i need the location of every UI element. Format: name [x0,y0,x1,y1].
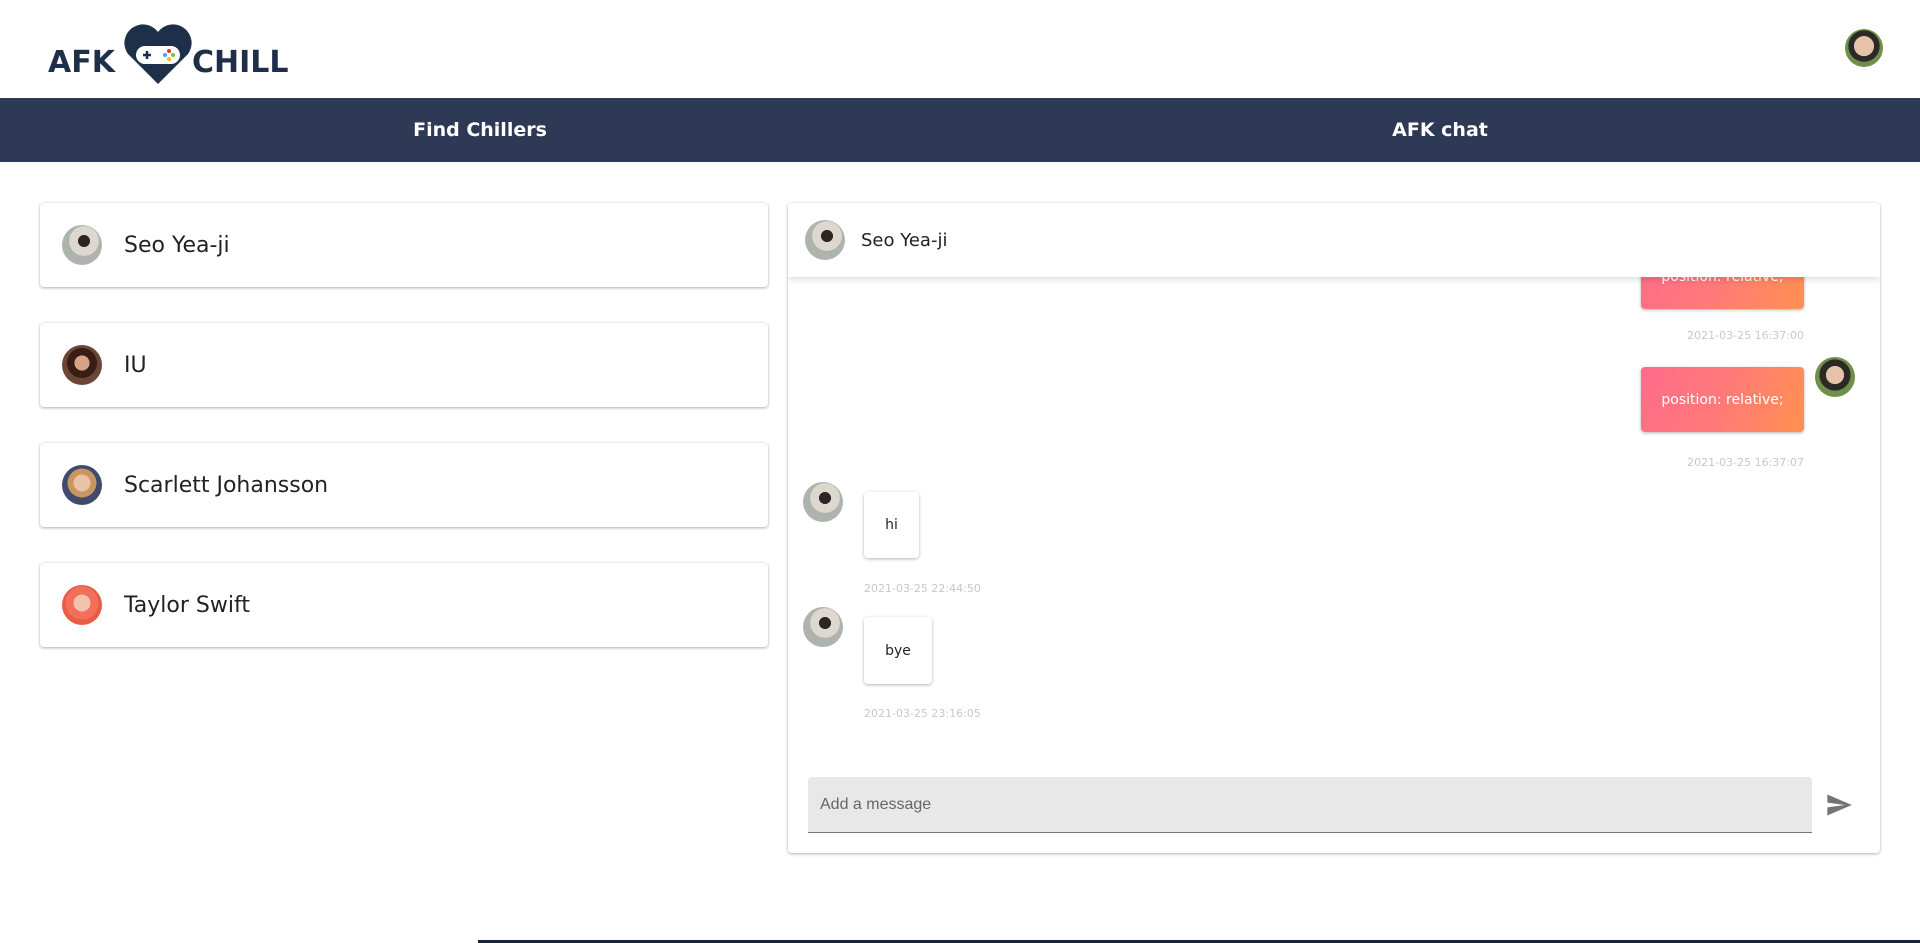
avatar [62,465,102,505]
tab-find-chillers[interactable]: Find Chillers [0,98,960,162]
avatar [62,225,102,265]
message-bubble-mine: position: relative; [1641,367,1804,432]
message-timestamp: 2021-03-25 23:16:05 [864,707,981,720]
message-timestamp: 2021-03-25 16:37:00 [1687,329,1804,342]
avatar [62,345,102,385]
send-icon[interactable] [1825,791,1853,819]
avatar [803,482,843,522]
message-timestamp: 2021-03-25 16:37:07 [1687,456,1804,469]
chiller-card[interactable]: Taylor Swift [40,563,768,647]
chiller-name: IU [124,352,147,378]
message-bubble-theirs: bye [864,617,932,684]
chiller-name: Seo Yea-ji [124,232,230,258]
chiller-card[interactable]: Scarlett Johansson [40,443,768,527]
message-input[interactable] [808,777,1812,833]
avatar [805,220,845,260]
tab-afk-chat[interactable]: AFK chat [960,98,1920,162]
chiller-name: Scarlett Johansson [124,472,329,498]
avatar [62,585,102,625]
message-list[interactable]: position: relative; 2021-03-25 16:37:00 … [788,203,1880,763]
svg-text:AFK: AFK [48,45,117,80]
avatar [803,607,843,647]
main-nav: Find Chillers AFK chat [0,98,1920,162]
message-bubble-theirs: hi [864,492,919,558]
svg-text:CHILL: CHILL [192,45,289,80]
chat-header: Seo Yea-ji [788,203,1880,277]
chiller-name: Taylor Swift [124,592,250,618]
user-avatar[interactable] [1845,29,1883,67]
chiller-card[interactable]: Seo Yea-ji [40,203,768,287]
chat-partner-name: Seo Yea-ji [861,229,948,251]
chiller-card[interactable]: IU [40,323,768,407]
avatar [1815,357,1855,397]
chat-panel: Seo Yea-ji position: relative; 2021-03-2… [788,203,1880,853]
afk-chill-logo[interactable]: AFK CHILL [48,20,308,86]
message-timestamp: 2021-03-25 22:44:50 [864,582,981,595]
